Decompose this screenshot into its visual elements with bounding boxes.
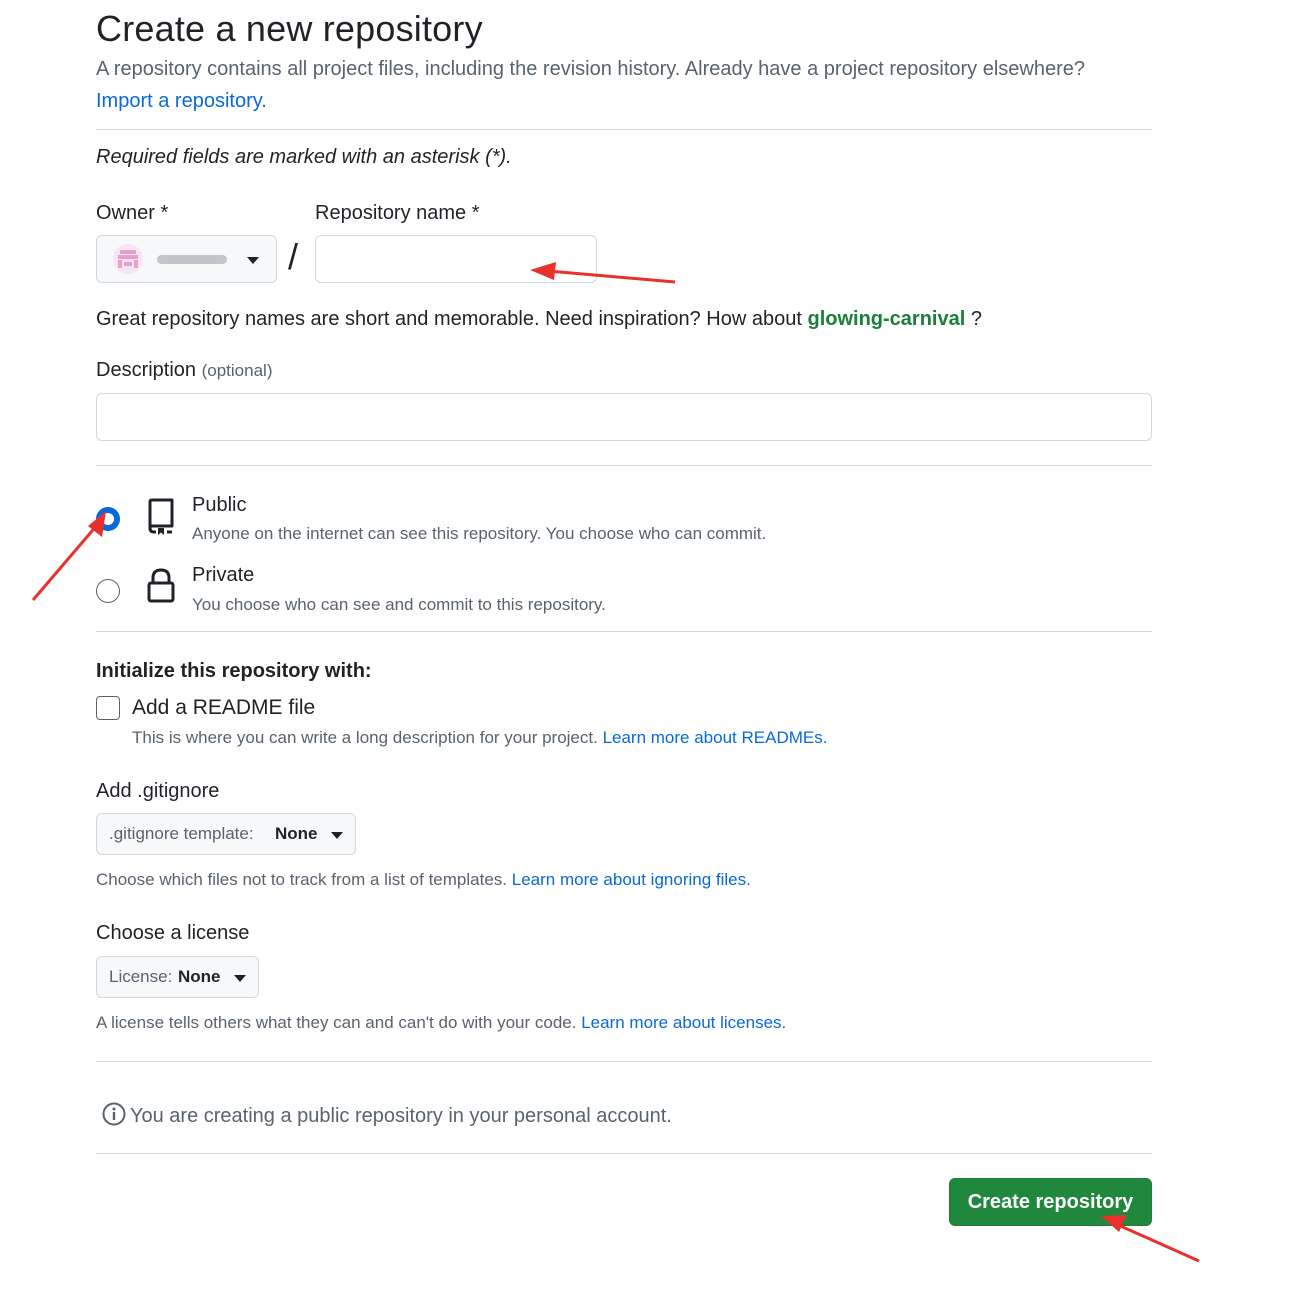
owner-avatar: [113, 244, 143, 274]
owner-repo-separator: /: [288, 236, 299, 277]
suggestion-prefix: Great repository names are short and mem…: [96, 308, 802, 330]
public-radio[interactable]: [96, 507, 120, 531]
page-intro: A repository contains all project files,…: [96, 58, 1086, 80]
lock-icon: [146, 568, 176, 609]
chevron-down-icon: [331, 832, 343, 839]
divider: [96, 1061, 1152, 1062]
chevron-down-icon: [247, 257, 259, 264]
private-option-title: Private: [192, 564, 255, 586]
divider: [96, 465, 1152, 466]
description-label-text: Description: [96, 359, 197, 381]
divider: [96, 129, 1152, 130]
learn-more-licenses-link[interactable]: Learn more about licenses.: [581, 1013, 786, 1032]
repo-icon: [146, 498, 176, 541]
readme-checkbox[interactable]: [96, 696, 120, 720]
gitignore-help-text: Choose which files not to track from a l…: [96, 870, 508, 889]
suggested-name-link[interactable]: glowing-carnival: [807, 308, 965, 330]
import-repository-link[interactable]: Import a repository.: [96, 90, 267, 113]
info-icon: [102, 1102, 126, 1132]
create-repository-button[interactable]: Create repository: [949, 1178, 1152, 1226]
public-option-title: Public: [192, 494, 247, 516]
owner-label: Owner *: [96, 202, 169, 224]
license-heading: Choose a license: [96, 922, 250, 944]
license-select[interactable]: License: None: [96, 956, 259, 998]
chevron-down-icon: [234, 975, 246, 982]
owner-name-redacted: [157, 255, 227, 264]
readme-help-text: This is where you can write a long descr…: [132, 728, 598, 747]
divider: [96, 631, 1152, 632]
license-select-key: License:: [109, 967, 173, 986]
name-suggestion: Great repository names are short and mem…: [96, 308, 982, 331]
required-note: Required fields are marked with an aster…: [96, 146, 512, 168]
description-input[interactable]: [96, 393, 1152, 441]
license-help: A license tells others what they can and…: [96, 1013, 786, 1033]
arrow-to-public-radio: [31, 511, 106, 601]
readme-help: This is where you can write a long descr…: [132, 728, 827, 748]
license-help-text: A license tells others what they can and…: [96, 1013, 577, 1032]
initialize-heading: Initialize this repository with:: [96, 660, 372, 682]
private-radio[interactable]: [96, 579, 120, 603]
private-option-desc: You choose who can see and commit to thi…: [192, 595, 606, 614]
visibility-notice-text: You are creating a public repository in …: [130, 1105, 672, 1127]
public-option-desc: Anyone on the internet can see this repo…: [192, 524, 767, 543]
learn-more-ignoring-link[interactable]: Learn more about ignoring files.: [512, 870, 751, 889]
readme-label[interactable]: Add a README file: [132, 696, 315, 720]
divider: [96, 1153, 1152, 1154]
optional-hint: (optional): [201, 361, 273, 380]
visibility-notice: You are creating a public repository in …: [102, 1102, 672, 1132]
gitignore-heading: Add .gitignore: [96, 780, 220, 802]
owner-select[interactable]: [96, 235, 277, 283]
license-select-value: None: [178, 967, 221, 986]
repo-name-label: Repository name *: [315, 202, 480, 224]
suggestion-suffix: ?: [970, 308, 982, 330]
description-label: Description (optional): [96, 359, 272, 382]
page-title: Create a new repository: [96, 8, 483, 49]
gitignore-select-key: .gitignore template:: [109, 824, 254, 843]
learn-more-readmes-link[interactable]: Learn more about READMEs.: [603, 728, 828, 747]
repository-name-input[interactable]: [315, 235, 597, 283]
gitignore-template-select[interactable]: .gitignore template: None: [96, 813, 356, 855]
gitignore-select-value: None: [275, 824, 318, 843]
gitignore-help: Choose which files not to track from a l…: [96, 870, 751, 890]
